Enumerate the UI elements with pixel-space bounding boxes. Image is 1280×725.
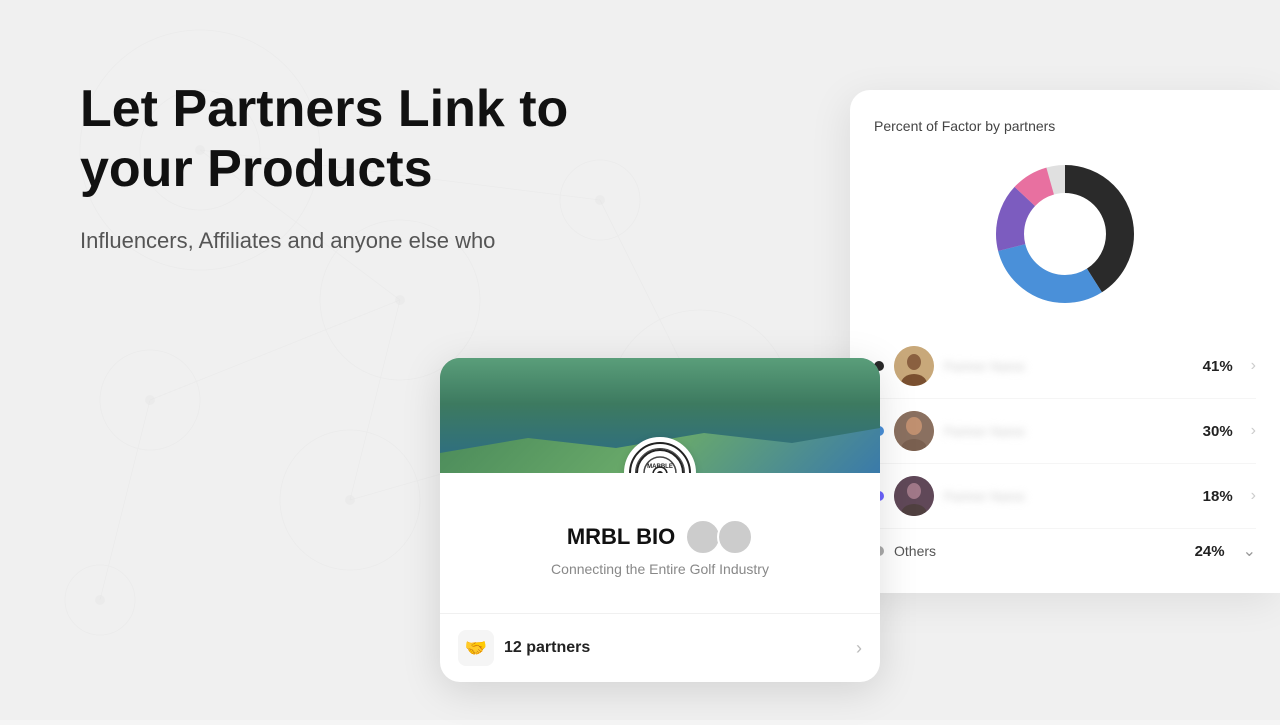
avatar-2 [717,519,753,555]
chart-area [874,154,1256,314]
golf-card-title: MRBL BIO [464,519,856,555]
right-panel: Percent of Factor by partners [850,90,1280,593]
chevron-right-icon: › [856,638,862,659]
handshake-icon: 🤝 [458,630,494,666]
partner-pct-2: 30% [1203,423,1233,440]
golf-card: MARBLE GOLF MRBL BIO Connecting the Enti… [440,358,880,682]
partner-name-2: Partner Name [944,424,1193,439]
partner-avatar-3 [894,476,934,516]
panel-title: Percent of Factor by partners [874,118,1256,134]
golf-card-image: MARBLE GOLF [440,358,880,473]
partner-pct-3: 18% [1203,488,1233,505]
partner-name-3: Partner Name [944,489,1193,504]
partners-text: 12 partners [504,639,590,657]
partners-row[interactable]: 🤝 12 partners › [440,613,880,682]
others-label: Others [894,543,1185,559]
partner-item-3[interactable]: Partner Name 18% › [874,464,1256,529]
partner-name-1: Partner Name [944,359,1193,374]
partner-avatar-1 [894,346,934,386]
partner-list: Partner Name 41% › Partner Name 30% › Pa… [874,334,1256,573]
golf-card-body: MRBL BIO Connecting the Entire Golf Indu… [440,473,880,613]
others-pct: 24% [1195,543,1225,560]
main-heading: Let Partners Link to your Products [80,80,568,200]
partners-left: 🤝 12 partners [458,630,590,666]
partner-item-2[interactable]: Partner Name 30% › [874,399,1256,464]
partner-item-1[interactable]: Partner Name 41% › [874,334,1256,399]
chevron-partner-2: › [1251,422,1256,440]
chevron-down-icon: ⌄ [1243,541,1256,561]
golf-logo-inner: MARBLE GOLF [629,442,691,473]
chevron-partner-3: › [1251,487,1256,505]
avatar-group [685,519,753,555]
others-item[interactable]: Others 24% ⌄ [874,529,1256,573]
hero-content: Let Partners Link to your Products Influ… [80,80,568,257]
partner-pct-1: 41% [1203,358,1233,375]
avatar-1 [685,519,721,555]
donut-chart [985,154,1145,314]
chevron-partner-1: › [1251,357,1256,375]
sub-heading: Influencers, Affiliates and anyone else … [80,224,568,257]
partner-avatar-2 [894,411,934,451]
golf-card-subtitle: Connecting the Entire Golf Industry [464,561,856,577]
svg-text:MARBLE: MARBLE [647,464,673,470]
